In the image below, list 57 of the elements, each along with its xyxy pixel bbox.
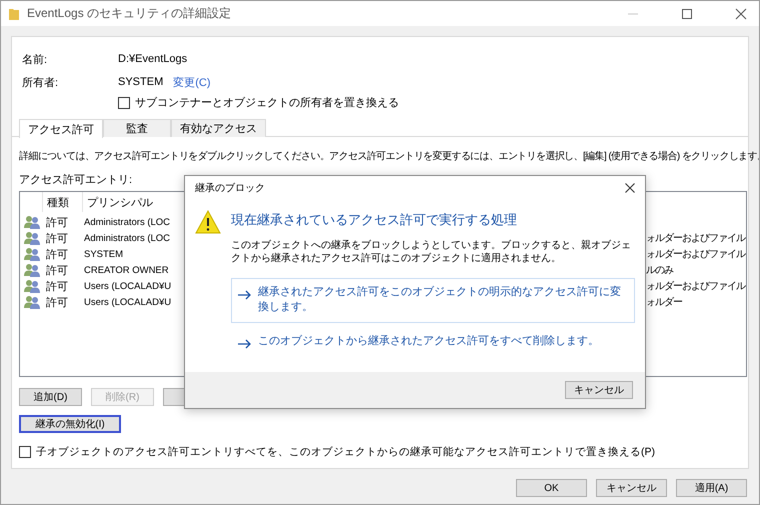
table-cell-text: ルのみ [646,264,673,277]
checkbox[interactable] [118,96,130,108]
window-title: EventLogs のセキュリティの詳細設定 [27,5,232,22]
change-link[interactable]: 変更(C) [173,74,211,90]
table-cell-text: 許可 [45,264,68,278]
disable-inheritance-button[interactable]: 継承の無効化(I) [19,415,121,433]
arrow-icon [238,338,252,349]
dialog-button[interactable]: 適用(A) [676,479,747,497]
table-cell-text: 許可 [45,232,68,246]
property-value: SYSTEM [118,76,164,88]
option-link[interactable]: 継承されたアクセス許可をこのオブジェクトの明示的なアクセス許可に変換します。 [231,278,635,323]
close-icon[interactable] [625,183,635,193]
dialog-title: 継承のブロック [195,182,265,195]
property-value: D:¥EventLogs [118,53,188,65]
table-cell-text: Users (LOCALAD¥U [83,296,172,308]
users-icon [24,231,40,245]
property-label: 名前: [22,52,48,66]
column-header[interactable]: プリンシパル [82,192,178,212]
table-cell-text: 許可 [45,248,68,262]
table-cell-text: CREATOR OWNER [83,264,169,276]
table-cell-text: Administrators (LOC [83,216,170,228]
table-cell-text: ォルダーおよびファイル [646,248,745,261]
column-header[interactable]: 種類 [42,192,82,212]
dialog-description: このオブジェクトへの継承をブロックしようとしています。ブロックすると、親オブジェクトから継承されたアクセス許可はこのオブジェクトに適用されません。 [231,239,632,265]
table-cell-text: Users (LOCALAD¥U [83,280,172,292]
warning-icon [195,210,221,234]
cancel-button[interactable]: キャンセル [565,381,633,399]
dialog-button[interactable]: OK [516,479,587,497]
table-cell-text: Administrators (LOC [83,232,170,244]
users-icon [24,263,40,277]
arrow-icon [238,290,252,300]
users-icon [24,295,40,309]
tab[interactable]: 有効なアクセス [171,119,266,137]
dialog-button[interactable]: キャンセル [596,479,667,497]
table-cell-text: 許可 [45,216,68,230]
table-cell-text: ォルダーおよびファイル [646,280,745,293]
checkbox[interactable] [19,446,31,458]
entry-button[interactable]: 追加(D) [19,388,82,406]
checkbox-label: 子オブジェクトのアクセス許可エントリすべてを、このオブジェクトからの継承可能なアクセス許可エントリで置き換える(P) [36,445,655,459]
entries-label: アクセス許可エントリ: [19,173,132,187]
property-label: 所有者: [22,76,60,90]
tab[interactable]: 監査 [103,119,171,137]
table-cell-text: ォルダーおよびファイル [646,232,745,245]
checkbox-label: サブコンテナーとオブジェクトの所有者を置き換える [135,96,399,110]
close-icon[interactable] [735,8,747,20]
table-cell-text: 許可 [45,280,68,294]
table-cell-text: ォルダー [646,296,682,309]
option-link[interactable]: このオブジェクトから継承されたアクセス許可をすべて削除します。 [231,326,635,356]
dialog-heading: 現在継承されているアクセス許可で実行する処理 [231,211,518,229]
maximize-icon[interactable] [681,8,693,20]
table-cell-text: SYSTEM [83,248,124,260]
users-icon [24,279,40,293]
users-icon [24,215,40,229]
folder-icon [9,8,19,20]
users-icon [24,247,40,261]
tab[interactable]: アクセス許可 [19,119,103,138]
table-cell-text: 許可 [45,296,68,310]
